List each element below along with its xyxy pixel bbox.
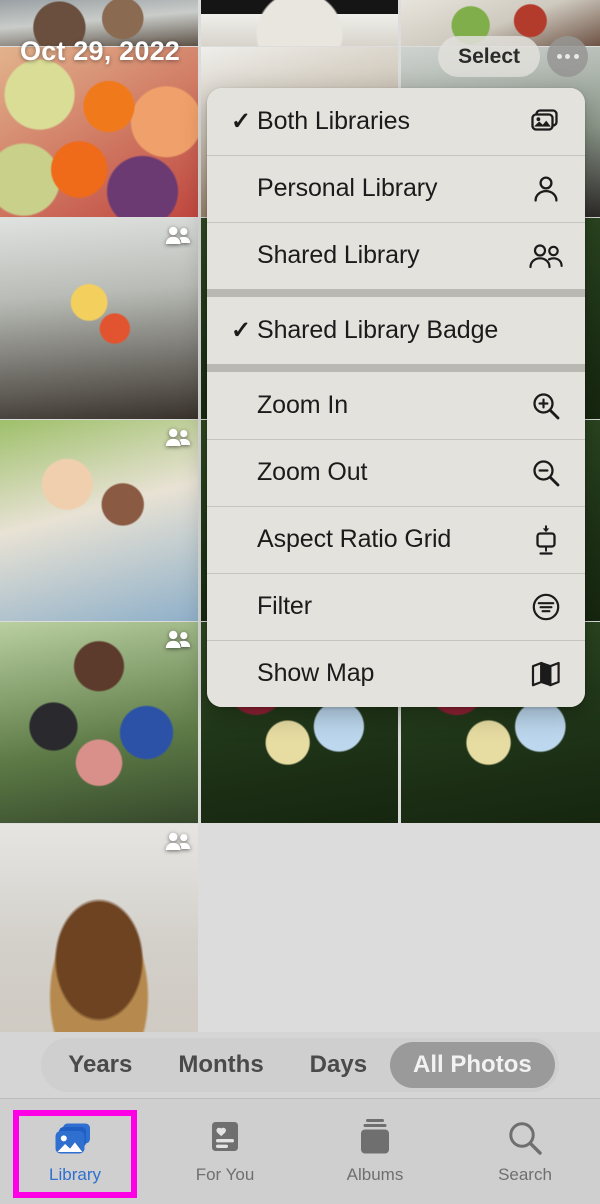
- menu-item-filter[interactable]: Filter: [207, 573, 585, 640]
- menu-item-label: Aspect Ratio Grid: [257, 525, 452, 553]
- menu-group-separator: [207, 364, 585, 372]
- tab-search[interactable]: Search: [450, 1099, 600, 1204]
- checkmark-icon: ✓: [231, 316, 252, 344]
- top-actions: Select: [438, 36, 588, 77]
- photo-image: [0, 824, 198, 1040]
- menu-item-label: Personal Library: [257, 174, 438, 202]
- magnifier-minus-icon: [529, 456, 563, 490]
- photo-thumbnail[interactable]: [0, 47, 198, 217]
- segment-all-photos[interactable]: All Photos: [390, 1042, 555, 1088]
- menu-item-zoom-in[interactable]: Zoom In: [207, 372, 585, 439]
- segmented-control[interactable]: Years Months Days All Photos: [41, 1038, 559, 1092]
- menu-item-label: Zoom Out: [257, 458, 368, 486]
- menu-item-both-libraries[interactable]: ✓ Both Libraries: [207, 88, 585, 155]
- photo-image: [0, 218, 198, 419]
- menu-item-label: Shared Library Badge: [257, 316, 499, 344]
- menu-item-shared-library-badge[interactable]: ✓ Shared Library Badge: [207, 297, 585, 364]
- checkmark-icon: ✓: [231, 107, 252, 135]
- tab-label: For You: [195, 1165, 255, 1184]
- tab-label: Search: [498, 1165, 552, 1184]
- segment-days[interactable]: Days: [287, 1042, 390, 1088]
- magnifier-plus-icon: [529, 389, 563, 423]
- menu-item-label: Filter: [257, 592, 312, 620]
- photo-thumbnail[interactable]: [0, 420, 198, 621]
- photo-image: [0, 622, 198, 823]
- two-people-icon: [529, 239, 563, 273]
- photo-image: [0, 47, 198, 217]
- menu-item-label: Show Map: [257, 659, 375, 687]
- date-header-label: Oct 29, 2022: [20, 36, 181, 66]
- for-you-card-icon: [208, 1118, 242, 1156]
- timeline-scope-bar: Years Months Days All Photos: [0, 1032, 600, 1098]
- shared-library-badge-icon: [165, 831, 191, 851]
- no-icon: [529, 314, 563, 348]
- tab-label: Albums: [346, 1165, 404, 1184]
- photo-thumbnail[interactable]: [0, 218, 198, 419]
- menu-item-show-map[interactable]: Show Map: [207, 640, 585, 707]
- photo-image: [0, 420, 198, 621]
- tab-library[interactable]: Library: [0, 1099, 150, 1204]
- menu-item-shared-library[interactable]: Shared Library: [207, 222, 585, 289]
- context-menu[interactable]: ✓ Both Libraries Personal Library Shared Li…: [207, 88, 585, 707]
- menu-item-label: Both Libraries: [257, 107, 410, 135]
- albums-stack-icon: [357, 1118, 393, 1156]
- shared-library-badge-icon: [165, 629, 191, 649]
- menu-item-personal-library[interactable]: Personal Library: [207, 155, 585, 222]
- person-icon: [529, 172, 563, 206]
- tab-for-you[interactable]: For You: [150, 1099, 300, 1204]
- photos-app-screen: Oct 29, 2022 Select ✓ Both Libraries Perso…: [0, 0, 600, 1204]
- aspect-ratio-icon: [529, 523, 563, 557]
- ellipsis-icon[interactable]: [547, 36, 588, 77]
- tab-label: Library: [49, 1165, 101, 1184]
- segment-months[interactable]: Months: [155, 1042, 286, 1088]
- photo-thumbnail[interactable]: [0, 622, 198, 823]
- menu-item-label: Shared Library: [257, 241, 420, 269]
- photo-thumbnail[interactable]: [201, 0, 398, 46]
- tab-albums[interactable]: Albums: [300, 1099, 450, 1204]
- shared-library-badge-icon: [165, 427, 191, 447]
- photo-thumbnail[interactable]: [0, 824, 198, 1040]
- map-icon: [529, 657, 563, 691]
- menu-item-label: Zoom In: [257, 391, 348, 419]
- photo-stack-icon: [54, 1118, 96, 1156]
- menu-item-aspect-ratio-grid[interactable]: Aspect Ratio Grid: [207, 506, 585, 573]
- menu-item-zoom-out[interactable]: Zoom Out: [207, 439, 585, 506]
- photo-stack-icon: [529, 105, 563, 139]
- shared-library-badge-icon: [165, 225, 191, 245]
- filter-icon: [529, 590, 563, 624]
- tab-bar[interactable]: Library For You Albums Search: [0, 1098, 600, 1204]
- photo-image: [201, 0, 398, 46]
- magnifier-icon: [507, 1118, 543, 1156]
- menu-group-separator: [207, 289, 585, 297]
- select-button[interactable]: Select: [438, 36, 540, 77]
- segment-years[interactable]: Years: [45, 1042, 155, 1088]
